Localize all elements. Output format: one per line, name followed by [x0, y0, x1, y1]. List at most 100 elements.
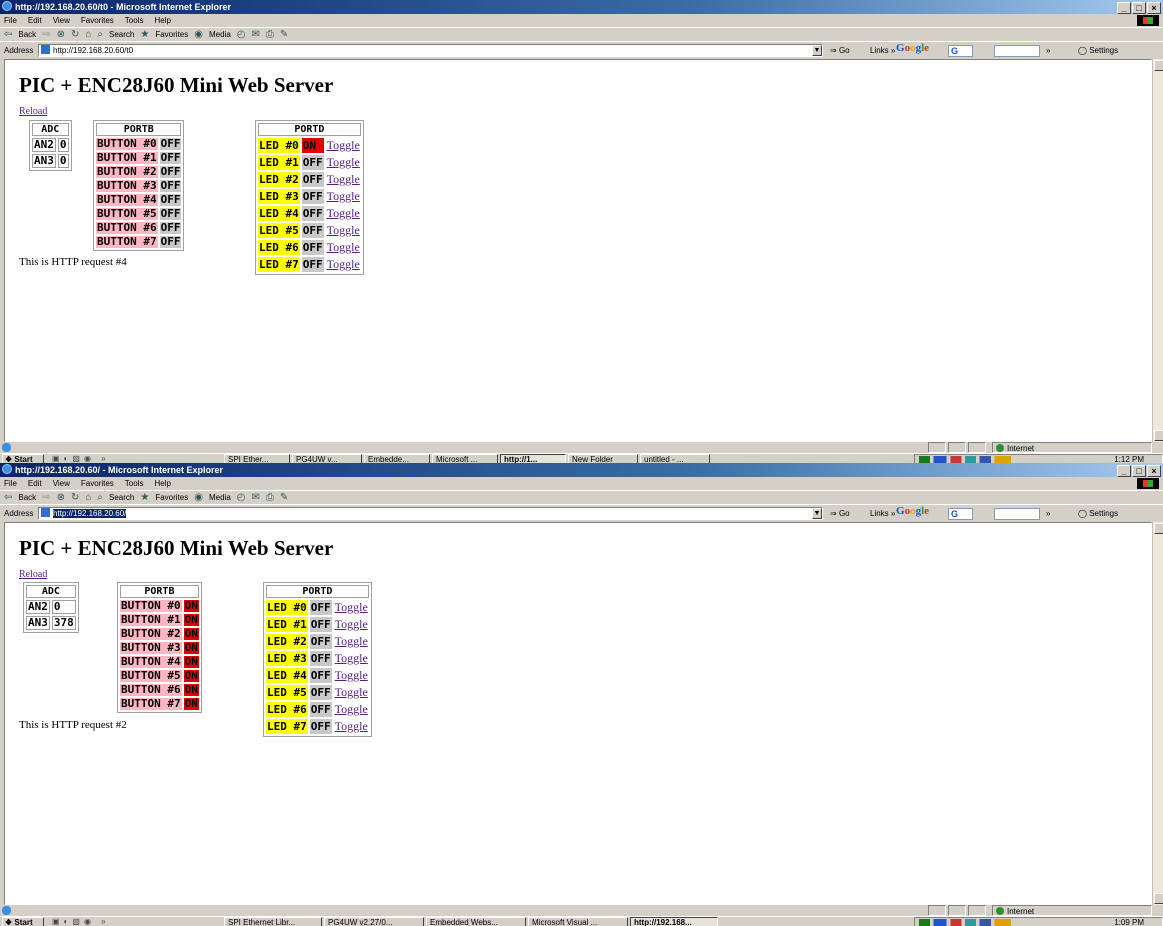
home-icon[interactable]: ⌂: [85, 29, 91, 40]
toggle-link[interactable]: Toggle: [335, 600, 368, 614]
adc-header-row: ADC: [32, 123, 69, 136]
vertical-scrollbar[interactable]: [1152, 59, 1163, 442]
quick-launch-icons[interactable]: ▣◐▧◉ »: [52, 454, 110, 463]
maximize-icon[interactable]: □: [1132, 465, 1146, 477]
google-search-input[interactable]: [994, 508, 1040, 520]
taskbar-button[interactable]: Embedded Webs...: [426, 917, 526, 926]
back-arrow-icon[interactable]: ⇦: [4, 492, 12, 503]
taskbar-button[interactable]: Microsoft ...: [432, 454, 498, 463]
toggle-link[interactable]: Toggle: [335, 668, 368, 682]
toggle-link[interactable]: Toggle: [335, 702, 368, 716]
address-input[interactable]: http://192.168.20.60/t0: [38, 44, 823, 57]
toggle-link[interactable]: Toggle: [335, 617, 368, 631]
toggle-link[interactable]: Toggle: [327, 223, 360, 237]
forward-arrow-icon[interactable]: ⇨: [42, 492, 50, 503]
vertical-scrollbar[interactable]: [1152, 522, 1163, 905]
menu-item-favorites[interactable]: Favorites: [81, 16, 114, 25]
tray-icons[interactable]: [919, 456, 1011, 463]
toggle-link[interactable]: Toggle: [327, 155, 360, 169]
media-button[interactable]: Media: [209, 493, 231, 502]
mail-icon[interactable]: ✉: [252, 29, 260, 40]
history-icon[interactable]: ◴: [237, 492, 246, 503]
button-name: BUTTON #2: [96, 165, 158, 178]
menu-item-tools[interactable]: Tools: [125, 16, 144, 25]
maximize-icon[interactable]: □: [1132, 2, 1146, 14]
links-button[interactable]: Links »: [870, 505, 895, 523]
reload-link[interactable]: Reload: [19, 569, 47, 580]
links-button[interactable]: Links »: [870, 42, 895, 60]
toggle-link[interactable]: Toggle: [327, 257, 360, 271]
taskbar-button[interactable]: SPI Ether...: [224, 454, 290, 463]
toggle-link[interactable]: Toggle: [335, 719, 368, 733]
close-icon[interactable]: ×: [1147, 2, 1161, 14]
menu-item-view[interactable]: View: [53, 479, 70, 488]
print-icon[interactable]: ⎙: [266, 492, 274, 503]
menu-item-favorites[interactable]: Favorites: [81, 479, 114, 488]
refresh-icon[interactable]: ↻: [71, 29, 79, 40]
toggle-link[interactable]: Toggle: [327, 206, 360, 220]
forward-arrow-icon[interactable]: ⇨: [42, 29, 50, 40]
print-icon[interactable]: ⎙: [266, 29, 274, 40]
go-button[interactable]: ⇒ Go: [830, 505, 850, 523]
media-button[interactable]: Media: [209, 30, 231, 39]
taskbar-button[interactable]: http://192.168...: [630, 917, 718, 926]
back-arrow-icon[interactable]: ⇦: [4, 29, 12, 40]
settings-button[interactable]: ◯ Settings: [1078, 505, 1118, 523]
toggle-link[interactable]: Toggle: [327, 138, 360, 152]
address-input[interactable]: http://192.168.20.60/: [38, 507, 823, 520]
go-button[interactable]: ⇒ Go: [830, 42, 850, 60]
tray-icons[interactable]: [919, 919, 1011, 926]
taskbar-button[interactable]: Microsoft Visual ...: [528, 917, 628, 926]
taskbar-button[interactable]: untitled - ...: [640, 454, 710, 463]
favorites-button[interactable]: Favorites: [155, 30, 188, 39]
menu-item-help[interactable]: Help: [154, 479, 170, 488]
menu-item-tools[interactable]: Tools: [125, 479, 144, 488]
stop-icon[interactable]: ⊗: [57, 492, 65, 503]
back-button[interactable]: Back: [18, 493, 36, 502]
edit-icon[interactable]: ✎: [280, 29, 288, 40]
menu-item-help[interactable]: Help: [154, 16, 170, 25]
mail-icon[interactable]: ✉: [252, 492, 260, 503]
toggle-link[interactable]: Toggle: [327, 172, 360, 186]
start-button[interactable]: ❖ Start: [2, 917, 44, 926]
google-menu-button[interactable]: G: [948, 508, 973, 520]
reload-link[interactable]: Reload: [19, 106, 47, 117]
search-button[interactable]: Search: [109, 30, 134, 39]
taskbar-button[interactable]: http://1...: [500, 454, 566, 463]
stop-icon[interactable]: ⊗: [57, 29, 65, 40]
close-icon[interactable]: ×: [1147, 465, 1161, 477]
address-dropdown-icon[interactable]: ▼: [812, 45, 822, 56]
minimize-icon[interactable]: _: [1117, 465, 1131, 477]
quick-launch-icons[interactable]: ▣◐▧◉ »: [52, 917, 110, 926]
search-button[interactable]: Search: [109, 493, 134, 502]
history-icon[interactable]: ◴: [237, 29, 246, 40]
settings-button[interactable]: ◯ Settings: [1078, 42, 1118, 60]
menu-item-view[interactable]: View: [53, 16, 70, 25]
menu-item-file[interactable]: File: [4, 479, 17, 488]
toggle-link[interactable]: Toggle: [335, 634, 368, 648]
menu-item-file[interactable]: File: [4, 16, 17, 25]
start-button[interactable]: ❖ Start: [2, 454, 44, 463]
toolbar-overflow-icon[interactable]: »: [1046, 505, 1050, 523]
favorites-button[interactable]: Favorites: [155, 493, 188, 502]
toggle-link[interactable]: Toggle: [327, 189, 360, 203]
google-search-input[interactable]: [994, 45, 1040, 57]
minimize-icon[interactable]: _: [1117, 2, 1131, 14]
back-button[interactable]: Back: [18, 30, 36, 39]
google-menu-button[interactable]: G: [948, 45, 973, 57]
toggle-link[interactable]: Toggle: [327, 240, 360, 254]
toggle-link[interactable]: Toggle: [335, 651, 368, 665]
toolbar-overflow-icon[interactable]: »: [1046, 42, 1050, 60]
taskbar-button[interactable]: New Folder: [568, 454, 638, 463]
address-dropdown-icon[interactable]: ▼: [812, 508, 822, 519]
refresh-icon[interactable]: ↻: [71, 492, 79, 503]
menu-item-edit[interactable]: Edit: [28, 16, 42, 25]
toggle-link[interactable]: Toggle: [335, 685, 368, 699]
taskbar-button[interactable]: SPI Ethernet Libr...: [224, 917, 322, 926]
taskbar-button[interactable]: PG4UW v...: [292, 454, 362, 463]
edit-icon[interactable]: ✎: [280, 492, 288, 503]
home-icon[interactable]: ⌂: [85, 492, 91, 503]
menu-item-edit[interactable]: Edit: [28, 479, 42, 488]
taskbar-button[interactable]: Embedde...: [364, 454, 430, 463]
taskbar-button[interactable]: PG4UW v2.27/0...: [324, 917, 424, 926]
